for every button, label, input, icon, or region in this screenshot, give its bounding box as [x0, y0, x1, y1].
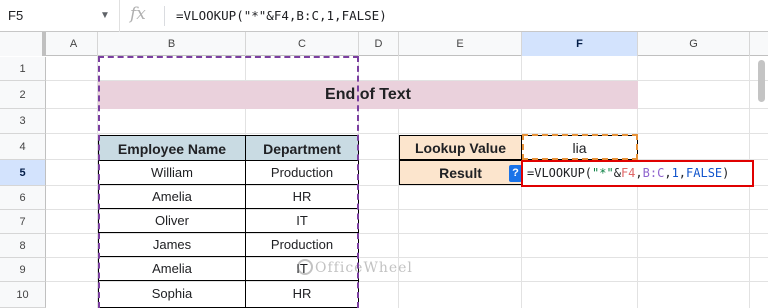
formula-token: &: [613, 166, 621, 180]
formula-bar: F5 ▼ fx =VLOOKUP("*"&F4,B:C,1,FALSE): [0, 0, 768, 32]
vertical-scrollbar[interactable]: [758, 60, 765, 102]
column-header-g[interactable]: G: [638, 32, 750, 56]
watermark-logo-icon: [297, 259, 313, 275]
chevron-down-icon[interactable]: ▼: [100, 10, 110, 21]
table-header-employee-name[interactable]: Employee Name: [98, 135, 246, 161]
formula-token-range: B:C: [642, 166, 665, 180]
formula-token: ,: [678, 166, 687, 180]
row-header-9[interactable]: 9: [0, 258, 46, 282]
sheet-title[interactable]: End of Text: [98, 81, 638, 109]
lookup-value-cell[interactable]: lia: [521, 135, 638, 160]
cell-editor[interactable]: =VLOOKUP("*"&F4,B:C,1,FALSE): [521, 160, 754, 187]
fx-icon: fx: [130, 4, 146, 24]
table-cell-name[interactable]: Amelia: [98, 185, 246, 209]
table-cell-department[interactable]: HR: [246, 281, 359, 308]
watermark: OfficeWheel: [315, 260, 413, 276]
formula-token-keyword: FALSE: [686, 166, 723, 180]
formula-token: =VLOOKUP(: [527, 166, 593, 180]
row-header-3[interactable]: 3: [0, 109, 46, 134]
column-header-c[interactable]: C: [246, 32, 359, 56]
table-cell-department[interactable]: Production: [246, 161, 359, 185]
select-all-corner[interactable]: [0, 32, 46, 56]
row-header-4[interactable]: 4: [0, 134, 46, 160]
table-cell-name[interactable]: William: [98, 161, 246, 185]
row-header-6[interactable]: 6: [0, 186, 46, 210]
table-header-department[interactable]: Department: [246, 135, 359, 161]
formula-token-reference: F4: [620, 166, 636, 180]
formula-bar-divider: [164, 6, 165, 26]
table-cell-name[interactable]: Sophia: [98, 281, 246, 308]
row-header-5[interactable]: 5: [0, 160, 46, 186]
row-header-7[interactable]: 7: [0, 210, 46, 234]
formula-token: ): [722, 166, 730, 180]
table-cell-department[interactable]: HR: [246, 185, 359, 209]
formula-token-string: "*": [592, 166, 614, 180]
formula-input[interactable]: =VLOOKUP("*"&F4,B:C,1,FALSE): [176, 8, 387, 23]
table-cell-name[interactable]: James: [98, 233, 246, 257]
column-header-f[interactable]: F: [522, 32, 638, 56]
column-header-d[interactable]: D: [359, 32, 399, 56]
row-header-10[interactable]: 10: [0, 282, 46, 308]
formula-token-number: 1: [671, 166, 679, 180]
table-cell-department[interactable]: Production: [246, 233, 359, 257]
row-header-8[interactable]: 8: [0, 234, 46, 258]
lookup-value-label[interactable]: Lookup Value: [399, 135, 522, 160]
table-cell-name[interactable]: Amelia: [98, 257, 246, 281]
grid-line: [46, 133, 768, 134]
column-header-a[interactable]: A: [50, 32, 98, 56]
row-header-2[interactable]: 2: [0, 81, 46, 109]
formula-token: ,: [635, 166, 643, 180]
column-header-row: A B C D E F G: [0, 32, 768, 56]
table-cell-department[interactable]: IT: [246, 209, 359, 233]
column-header-b[interactable]: B: [98, 32, 246, 56]
formula-token: ,: [664, 166, 672, 180]
row-header-1[interactable]: 1: [0, 57, 46, 81]
table-cell-name[interactable]: Oliver: [98, 209, 246, 233]
column-header-e[interactable]: E: [399, 32, 522, 56]
result-label[interactable]: Result: [399, 160, 522, 185]
